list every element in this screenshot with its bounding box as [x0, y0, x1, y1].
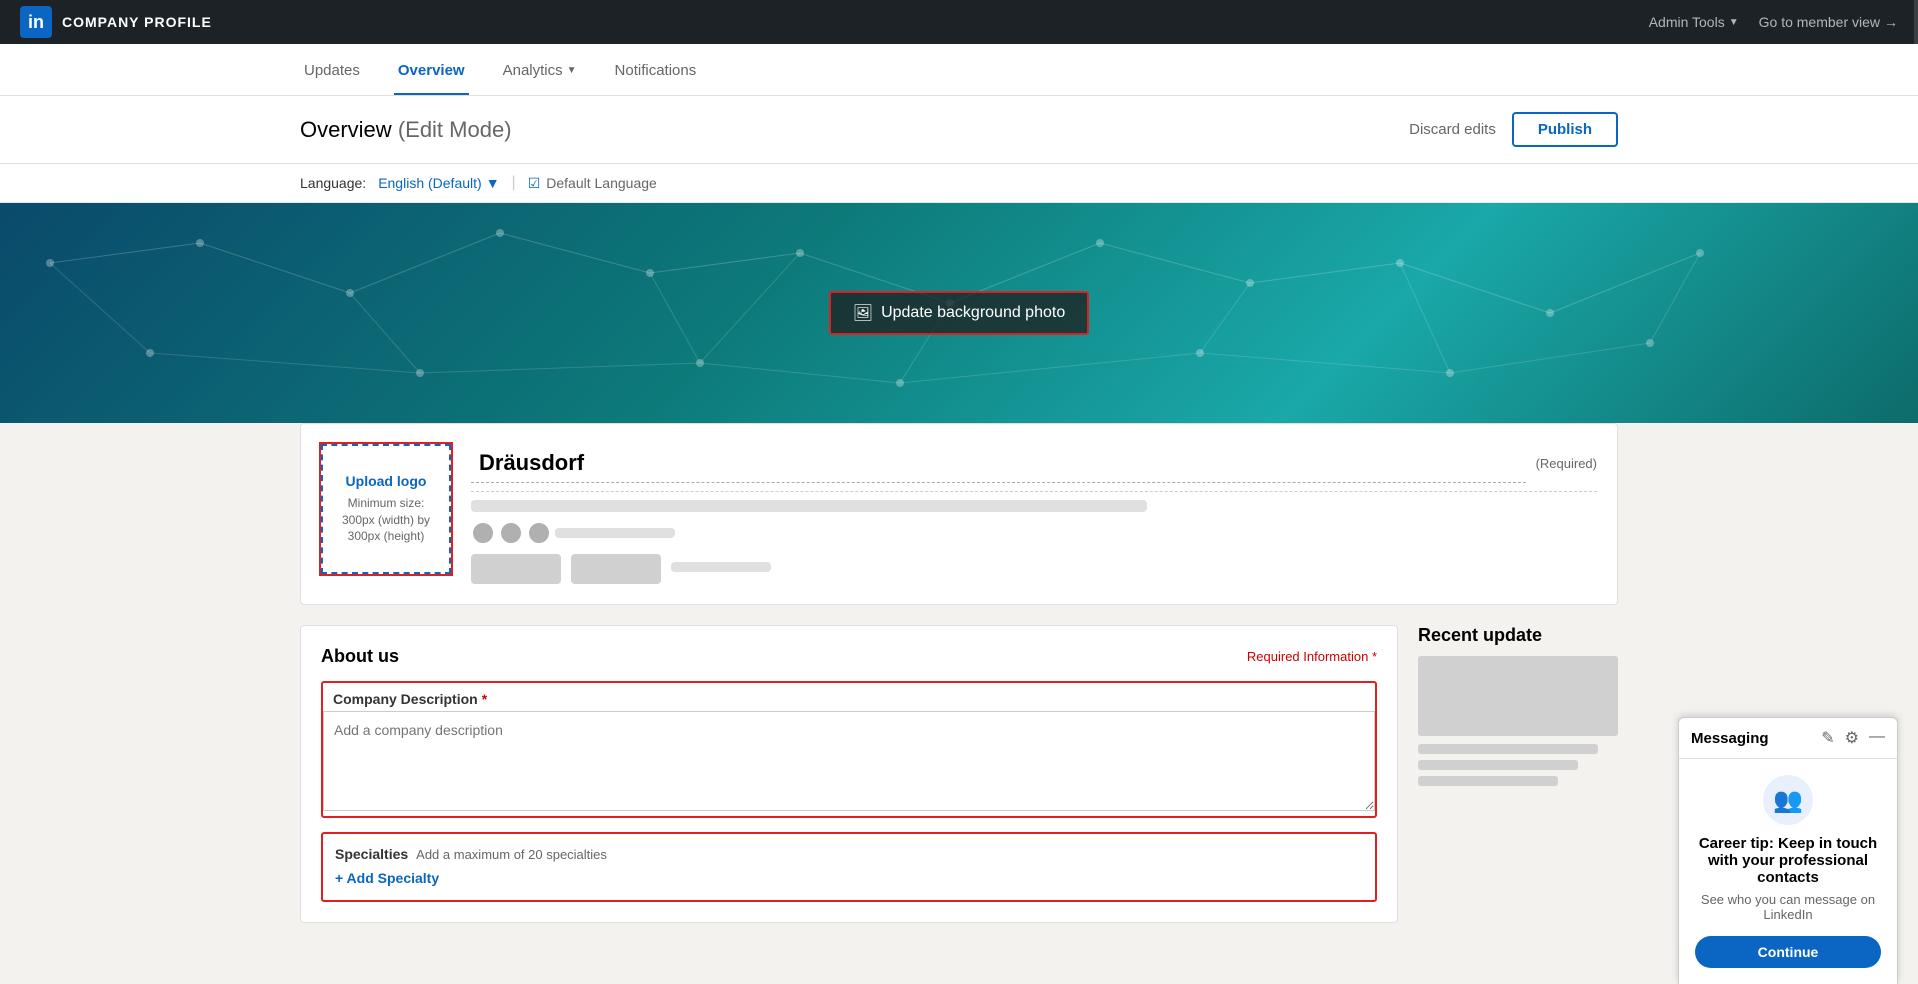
default-language-checkbox[interactable]: ☑ Default Language: [528, 175, 657, 192]
career-tip-text: See who you can message on LinkedIn: [1695, 892, 1881, 922]
placeholder-line-3: [671, 562, 771, 572]
top-bar-left: in COMPANY PROFILE: [20, 6, 212, 38]
language-select[interactable]: English (Default) ▼: [378, 175, 499, 191]
top-bar: in COMPANY PROFILE Admin Tools ▼ Go to m…: [0, 0, 1918, 44]
page-title: Overview (Edit Mode): [300, 117, 512, 143]
top-bar-right: Admin Tools ▼ Go to member view →: [1649, 14, 1898, 30]
recent-line-1: [1418, 744, 1598, 754]
messaging-body: 👥 Career tip: Keep in touch with your pr…: [1679, 759, 1897, 984]
header-actions: Discard edits Publish: [1409, 112, 1618, 147]
recent-line-3: [1418, 776, 1558, 786]
image-icon: 🖼: [853, 303, 873, 323]
placeholder-line-1: [471, 500, 1147, 512]
company-description-label: Company Description *: [323, 683, 1375, 707]
recent-line-2: [1418, 760, 1578, 770]
linkedin-logo: in: [20, 6, 52, 38]
hero-banner: 🖼 Update background photo: [0, 203, 1918, 423]
recent-update-section: Recent update: [1418, 625, 1618, 923]
required-info: Required Information *: [1247, 649, 1377, 664]
language-divider: |: [512, 174, 516, 192]
action-buttons: [471, 554, 1597, 584]
upload-logo-link[interactable]: Upload logo: [346, 473, 427, 489]
company-description-textarea[interactable]: [323, 711, 1375, 811]
messaging-title: Messaging: [1691, 730, 1769, 747]
discard-edits-button[interactable]: Discard edits: [1409, 121, 1496, 138]
analytics-caret-icon: ▼: [567, 65, 577, 76]
nav-item-analytics[interactable]: Analytics ▼: [499, 48, 581, 95]
scrollbar-track: [1914, 0, 1918, 44]
placeholder-line-2: [555, 528, 675, 538]
messaging-continue-button[interactable]: Continue: [1695, 936, 1881, 968]
language-bar: Language: English (Default) ▼ | ☑ Defaul…: [0, 164, 1918, 203]
publish-button[interactable]: Publish: [1512, 112, 1618, 147]
about-section: About us Required Information * Company …: [300, 625, 1398, 923]
nav-item-notifications[interactable]: Notifications: [611, 48, 701, 95]
about-section-header: About us Required Information *: [321, 646, 1377, 667]
admin-tools-caret-icon: ▼: [1729, 17, 1739, 28]
company-info: (Required): [471, 444, 1597, 584]
company-description-group: Company Description *: [321, 681, 1377, 818]
language-label: Language:: [300, 175, 366, 191]
follower-avatars: [471, 520, 1597, 546]
messaging-settings-icon[interactable]: ⚙: [1845, 728, 1859, 748]
company-name-input[interactable]: [471, 444, 1526, 483]
specialties-field: Specialties Add a maximum of 20 specialt…: [321, 832, 1377, 902]
specialties-hint: Add a maximum of 20 specialties: [416, 847, 607, 862]
content-area: Upload logo Minimum size: 300px (width) …: [0, 423, 1918, 963]
career-icon: 👥: [1763, 775, 1813, 825]
main-sections: About us Required Information * Company …: [300, 625, 1618, 923]
admin-tools-button[interactable]: Admin Tools ▼: [1649, 14, 1739, 30]
recent-update-title: Recent update: [1418, 625, 1618, 646]
messaging-actions: ✎ ⚙ —: [1821, 728, 1885, 748]
nav-item-overview[interactable]: Overview: [394, 48, 469, 95]
messaging-edit-icon[interactable]: ✎: [1821, 728, 1834, 748]
secondary-nav: Updates Overview Analytics ▼ Notificatio…: [0, 44, 1918, 96]
follower-avatar-3: [527, 521, 551, 545]
language-caret-icon: ▼: [486, 175, 500, 191]
messaging-minimize-icon[interactable]: —: [1869, 728, 1885, 748]
nav-item-updates[interactable]: Updates: [300, 48, 364, 95]
messaging-header: Messaging ✎ ⚙ —: [1679, 718, 1897, 759]
member-view-button[interactable]: Go to member view →: [1759, 14, 1898, 30]
messaging-widget: Messaging ✎ ⚙ — 👥 Career tip: Keep in to…: [1678, 717, 1898, 984]
checkbox-checked-icon: ☑: [528, 175, 541, 192]
logo-upload-box[interactable]: Upload logo Minimum size: 300px (width) …: [321, 444, 451, 574]
add-specialty-button[interactable]: + Add Specialty: [335, 870, 439, 886]
action-btn-placeholder-1: [471, 554, 561, 584]
page-header: Overview (Edit Mode) Discard edits Publi…: [0, 96, 1918, 164]
required-label: (Required): [1536, 456, 1597, 471]
update-background-photo-button[interactable]: 🖼 Update background photo: [829, 291, 1089, 335]
specialties-label: Specialties: [335, 846, 408, 862]
arrow-right-icon: →: [1884, 14, 1898, 30]
company-profile-label: COMPANY PROFILE: [62, 14, 212, 30]
company-card: Upload logo Minimum size: 300px (width) …: [300, 423, 1618, 605]
follower-avatar-2: [499, 521, 523, 545]
upload-size-hint: Minimum size: 300px (width) by 300px (he…: [333, 495, 439, 545]
people-connect-icon: 👥: [1773, 786, 1803, 815]
recent-update-image: [1418, 656, 1618, 736]
career-tip-title: Career tip: Keep in touch with your prof…: [1695, 835, 1881, 886]
follower-avatar-1: [471, 521, 495, 545]
about-section-title: About us: [321, 646, 399, 667]
action-btn-placeholder-2: [571, 554, 661, 584]
